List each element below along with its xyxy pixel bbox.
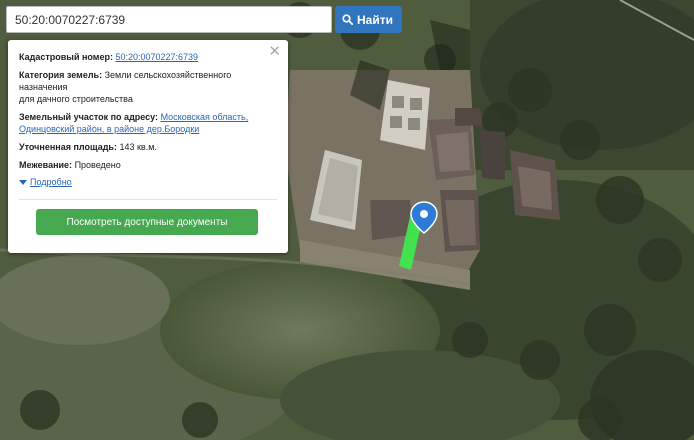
cadastral-number-label: Кадастровый номер: <box>19 52 113 62</box>
area-label: Уточненная площадь: <box>19 142 117 152</box>
search-button[interactable]: Найти <box>335 6 402 33</box>
search-input[interactable] <box>6 6 332 33</box>
area-value: 143 кв.м. <box>119 142 157 152</box>
cadastral-number-link[interactable]: 50:20:0070227:6739 <box>115 52 198 62</box>
survey-row: Межевание: Проведено <box>19 159 277 171</box>
address-row: Земельный участок по адресу: Московская … <box>19 111 277 135</box>
address-link-line1[interactable]: Московская область, <box>161 112 249 122</box>
land-category-value-line2: назначения <box>19 82 68 92</box>
address-label: Земельный участок по адресу: <box>19 112 159 122</box>
cadastral-number-row: Кадастровый номер: 50:20:0070227:6739 <box>19 51 277 63</box>
caret-down-icon <box>19 179 27 185</box>
land-category-value-line3: для дачного строительства <box>19 94 133 104</box>
survey-label: Межевание: <box>19 160 73 170</box>
area-row: Уточненная площадь: 143 кв.м. <box>19 141 277 153</box>
details-link[interactable]: Подробно <box>30 176 72 188</box>
search-bar: Найти <box>6 6 402 33</box>
details-toggle[interactable]: Подробно <box>19 176 277 188</box>
land-category-row: Категория земель: Земли сельскохозяйстве… <box>19 69 277 105</box>
search-icon <box>342 14 353 25</box>
divider <box>19 199 277 200</box>
map-marker-icon[interactable] <box>409 201 439 235</box>
survey-value: Проведено <box>74 160 121 170</box>
land-category-label: Категория земель: <box>19 70 103 80</box>
parcel-info-panel: ✕ Кадастровый номер: 50:20:0070227:6739 … <box>8 40 288 253</box>
address-link-line2[interactable]: Одинцовский район, в районе дер.Бородки <box>19 124 199 134</box>
view-documents-button[interactable]: Посмотреть доступные документы <box>36 209 258 235</box>
search-button-label: Найти <box>357 12 393 27</box>
land-category-value-line1: Земли сельскохозяйственного <box>104 70 232 80</box>
close-icon[interactable]: ✕ <box>268 44 281 59</box>
